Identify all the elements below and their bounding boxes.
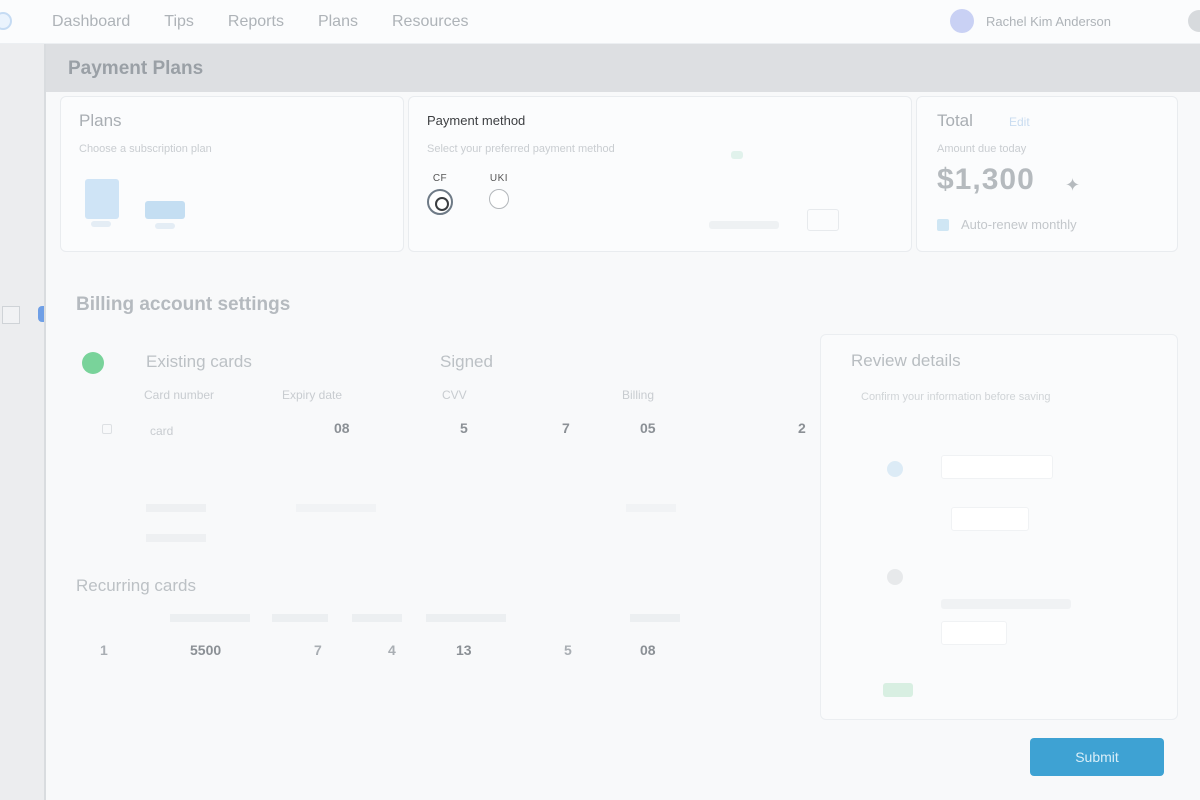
info-icon: ✦ bbox=[1065, 175, 1081, 195]
placeholder-row bbox=[626, 504, 676, 512]
submit-button[interactable]: Submit bbox=[1030, 738, 1164, 776]
page-title: Payment Plans bbox=[68, 58, 204, 79]
signed-title: Signed bbox=[440, 352, 493, 371]
plan-card-subtitle: Choose a subscription plan bbox=[79, 143, 212, 155]
edit-icon[interactable] bbox=[887, 569, 903, 585]
auto-renew-label: Auto-renew monthly bbox=[961, 217, 1077, 232]
payment-method-title: Payment method bbox=[427, 113, 526, 128]
verified-badge bbox=[883, 683, 913, 697]
nav-item-reports[interactable]: Reports bbox=[228, 13, 284, 31]
status-success-icon bbox=[82, 352, 104, 374]
row-qty-cell: 7 bbox=[562, 420, 570, 436]
review-field-name[interactable] bbox=[941, 455, 1053, 479]
col-header-billing: Billing bbox=[622, 388, 655, 402]
payment-option-cf[interactable]: CF bbox=[427, 173, 453, 215]
nav-item-plans[interactable]: Plans bbox=[318, 13, 358, 31]
row-card-cell: card bbox=[150, 424, 174, 438]
placeholder-header bbox=[630, 614, 680, 622]
placeholder-row bbox=[296, 504, 376, 512]
user-name: Rachel Kim Anderson bbox=[986, 13, 1112, 29]
col-header-cvv: CVV bbox=[442, 388, 467, 402]
review-field-zip[interactable] bbox=[941, 621, 1007, 645]
secure-lock-icon bbox=[731, 151, 743, 159]
placeholder-row bbox=[146, 534, 206, 542]
row-select-checkbox[interactable] bbox=[102, 424, 112, 434]
main-panel: Payment Plans Plans Choose a subscriptio… bbox=[44, 44, 1200, 800]
recurring-year-cell: 13 bbox=[456, 642, 472, 658]
review-card-subtitle: Confirm your information before saving bbox=[861, 391, 1051, 403]
payment-option-uki[interactable]: UKI bbox=[489, 173, 509, 209]
nav-item-tips[interactable]: Tips bbox=[164, 13, 194, 31]
recurring-qty-cell: 4 bbox=[388, 642, 396, 658]
payment-option-uki-label: UKI bbox=[489, 173, 509, 184]
payment-method-card: Payment method Select your preferred pay… bbox=[408, 96, 912, 252]
radio-unchecked-icon[interactable] bbox=[489, 189, 509, 209]
review-details-card: Review details Confirm your information … bbox=[820, 334, 1178, 720]
plan-option-basic-caption bbox=[91, 221, 111, 227]
billing-section-title: Billing account settings bbox=[76, 294, 291, 315]
placeholder-header bbox=[170, 614, 250, 622]
summary-amount: $1,300 bbox=[937, 163, 1035, 196]
row-action-cell[interactable]: 2 bbox=[798, 420, 806, 436]
recurring-card-cell: 5500 bbox=[190, 642, 222, 658]
plan-option-pro-caption bbox=[155, 223, 175, 229]
placeholder-header bbox=[352, 614, 402, 622]
card-brand-icon bbox=[807, 209, 839, 231]
payment-method-subtitle: Select your preferred payment method bbox=[427, 143, 615, 155]
row-billing-cell: 05 bbox=[640, 420, 656, 436]
summary-card-title: Total bbox=[937, 111, 973, 130]
profile-icon[interactable] bbox=[1188, 10, 1200, 32]
summary-subtitle: Amount due today bbox=[937, 143, 1027, 155]
recurring-billing-cell: 08 bbox=[640, 642, 656, 658]
recurring-cards-title: Recurring cards bbox=[76, 576, 196, 595]
recurring-index-cell: 1 bbox=[100, 642, 108, 658]
review-field-email[interactable] bbox=[951, 507, 1029, 531]
placeholder-header bbox=[426, 614, 506, 622]
nav-item-dashboard[interactable]: Dashboard bbox=[52, 13, 130, 31]
nav-item-resources[interactable]: Resources bbox=[392, 13, 468, 31]
plan-option-pro[interactable] bbox=[145, 201, 185, 219]
plan-card: Plans Choose a subscription plan bbox=[60, 96, 404, 252]
avatar bbox=[950, 9, 974, 33]
page-header: Payment Plans bbox=[46, 44, 1200, 92]
existing-cards-title: Existing cards bbox=[146, 352, 252, 371]
summary-card: Total Edit Amount due today $1,300 ✦ Aut… bbox=[916, 96, 1178, 252]
auto-renew-checkbox[interactable]: Auto-renew monthly bbox=[937, 217, 1077, 232]
left-rail bbox=[0, 44, 52, 800]
recurring-cvv-cell: 5 bbox=[564, 642, 572, 658]
review-field-address[interactable] bbox=[941, 599, 1071, 609]
app-logo-icon[interactable] bbox=[0, 12, 12, 30]
col-header-expiry: Expiry date bbox=[282, 388, 343, 402]
radio-checked-icon[interactable] bbox=[427, 189, 453, 215]
summary-edit-link[interactable]: Edit bbox=[1009, 115, 1030, 129]
review-card-title: Review details bbox=[851, 351, 961, 370]
plan-card-title: Plans bbox=[79, 111, 122, 130]
collapse-toggle-icon[interactable] bbox=[2, 306, 20, 324]
payment-option-cf-label: CF bbox=[432, 173, 448, 184]
info-icon bbox=[887, 461, 903, 477]
row-expiry-cell: 08 bbox=[334, 420, 350, 436]
checkbox-icon[interactable] bbox=[937, 218, 949, 231]
placeholder-row bbox=[146, 504, 206, 512]
plan-option-basic[interactable] bbox=[85, 179, 119, 219]
payment-hint-placeholder bbox=[709, 221, 779, 229]
user-menu[interactable]: Rachel Kim Anderson bbox=[950, 9, 1111, 33]
top-nav-bar: Dashboard Tips Reports Plans Resources R… bbox=[0, 0, 1200, 44]
col-header-card-number: Card number bbox=[144, 388, 215, 402]
row-cvv-cell: 5 bbox=[460, 420, 468, 436]
placeholder-header bbox=[272, 614, 328, 622]
main-nav: Dashboard Tips Reports Plans Resources bbox=[52, 13, 468, 31]
recurring-month-cell: 7 bbox=[314, 642, 322, 658]
